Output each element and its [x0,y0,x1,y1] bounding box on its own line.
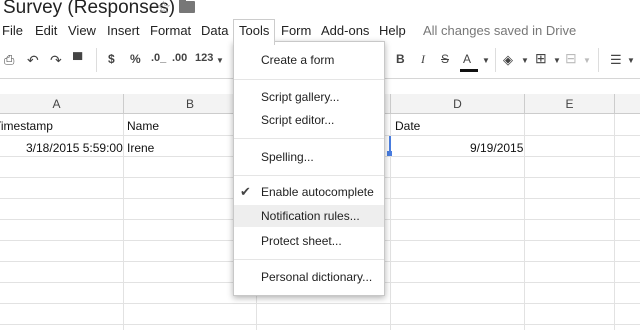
fill-handle[interactable] [387,151,392,156]
cell-d1[interactable]: Date [395,116,420,136]
print-icon[interactable]: ⎙ [4,52,14,68]
text-color-button[interactable]: A [463,52,471,66]
menu-bar: File Edit View Insert Format Data Tools … [0,19,640,45]
menu-tools[interactable]: Tools [233,19,276,45]
menu-item-script-gallery[interactable]: Script gallery... [234,86,384,108]
strikethrough-button[interactable]: S [441,52,449,66]
tools-menu-dropdown: Create a form Script gallery... Script e… [233,41,385,296]
menu-item-label: Script gallery... [261,90,340,104]
chevron-down-icon[interactable]: ▼ [521,56,529,65]
table-row[interactable] [0,304,640,325]
undo-icon[interactable]: ↶ [27,52,39,69]
chevron-down-icon[interactable]: ▼ [216,56,224,65]
menu-item-personal-dictionary[interactable]: Personal dictionary... [234,266,384,288]
document-title[interactable]: Survey (Responses) [3,0,175,19]
menu-item-spelling[interactable]: Spelling... [234,146,384,168]
cell-b1[interactable]: Name [127,116,159,136]
redo-icon[interactable]: ↷ [50,52,62,69]
title-bar: Survey (Responses) ☆ [0,0,640,20]
number-format-button[interactable]: 123 [195,52,213,64]
save-status: All changes saved in Drive [423,23,577,38]
menu-addons[interactable]: Add-ons [321,23,369,38]
chevron-down-icon[interactable]: ▼ [627,56,635,65]
italic-button[interactable]: I [421,52,425,67]
menu-data[interactable]: Data [201,23,228,38]
align-left-icon[interactable]: ☰ [610,52,622,68]
cell-a1[interactable]: Timestamp [0,116,53,136]
cell-d2[interactable]: 9/19/2015 [470,138,523,158]
column-header-f[interactable] [615,94,640,114]
menu-item-protect-sheet[interactable]: Protect sheet... [234,230,384,252]
paint-format-icon[interactable]: ▀ [73,52,82,67]
menu-format[interactable]: Format [150,23,191,38]
menu-help[interactable]: Help [379,23,406,38]
cell-b2[interactable]: Irene [127,138,154,158]
currency-button[interactable]: $ [108,52,115,66]
menu-divider [234,79,384,80]
toolbar-divider [495,48,496,72]
column-header-d[interactable]: D [391,94,525,114]
menu-file[interactable]: File [2,23,23,38]
menu-item-script-editor[interactable]: Script editor... [234,109,384,131]
menu-form[interactable]: Form [281,23,311,38]
menu-divider [234,138,384,139]
column-header-a[interactable]: A [0,94,124,114]
menu-item-create-form[interactable]: Create a form [234,49,384,71]
cell-a2[interactable]: 3/18/2015 5:59:00 [26,138,123,158]
menu-edit[interactable]: Edit [35,23,57,38]
borders-icon[interactable]: ⊞ [535,50,547,67]
menu-item-label: Enable autocomplete [261,185,374,199]
star-icon[interactable]: ☆ [156,0,171,18]
menu-item-enable-autocomplete[interactable]: ✔ Enable autocomplete [234,181,384,203]
text-color-indicator [460,69,478,72]
menu-insert[interactable]: Insert [107,23,140,38]
menu-item-label: Create a form [261,53,335,67]
merge-cells-icon[interactable]: ⊟ [565,50,577,67]
menu-item-label: Protect sheet... [261,234,342,248]
fill-color-icon[interactable]: ◈ [503,52,513,68]
check-icon: ✔ [240,184,251,199]
toolbar-divider [96,48,97,72]
menu-item-label: Notification rules... [261,209,360,223]
chevron-down-icon[interactable]: ▼ [583,56,591,65]
increase-decimal-button[interactable]: .00 [172,52,187,64]
chevron-down-icon[interactable]: ▼ [482,56,490,65]
menu-item-label: Personal dictionary... [261,270,373,284]
menu-view[interactable]: View [68,23,96,38]
folder-icon[interactable] [179,0,195,13]
chevron-down-icon[interactable]: ▼ [553,56,561,65]
menu-divider [234,175,384,176]
toolbar-divider [598,48,599,72]
menu-item-notification-rules[interactable]: Notification rules... [234,205,384,227]
column-header-e[interactable]: E [525,94,615,114]
menu-divider [234,259,384,260]
menu-item-label: Spelling... [261,150,314,164]
decrease-decimal-button[interactable]: .0_ [151,52,166,64]
percent-button[interactable]: % [130,52,141,66]
menu-item-label: Script editor... [261,113,335,127]
bold-button[interactable]: B [396,52,405,66]
